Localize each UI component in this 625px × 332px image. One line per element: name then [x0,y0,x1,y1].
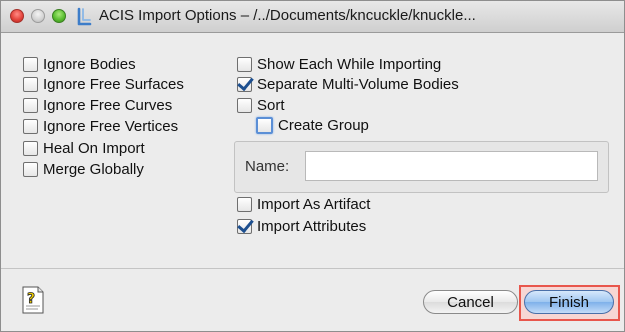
acis-import-options-dialog: ACIS Import Options – /../Documents/kncu… [0,0,625,332]
checkbox-checked[interactable] [237,76,252,92]
close-window-button[interactable] [10,9,24,23]
option-merge-globally[interactable]: Merge Globally [23,159,144,179]
checkbox[interactable] [23,76,38,92]
checkbox[interactable] [23,56,38,72]
option-label: Heal On Import [43,139,145,157]
name-label: Name: [245,158,290,175]
minimize-window-button[interactable] [31,9,45,23]
name-input[interactable] [305,151,598,181]
window-title: ACIS Import Options – /../Documents/kncu… [99,7,476,24]
title-bar[interactable]: ACIS Import Options – /../Documents/kncu… [1,1,624,33]
checkbox[interactable] [237,97,252,113]
option-show-each-while-importing[interactable]: Show Each While Importing [237,54,441,74]
zoom-window-button[interactable] [52,9,66,23]
option-label: Ignore Free Vertices [43,117,179,135]
option-label: Ignore Free Curves [43,96,173,114]
option-label: Ignore Free Surfaces [43,75,184,93]
checkbox-focused[interactable] [256,116,273,134]
option-label: Separate Multi-Volume Bodies [257,75,459,93]
option-sort[interactable]: Sort [237,95,285,115]
finish-button[interactable]: Finish [524,290,614,314]
option-label: Ignore Bodies [43,55,136,73]
option-ignore-free-surfaces[interactable]: Ignore Free Surfaces [23,74,184,94]
checkbox[interactable] [23,97,38,113]
option-ignore-free-vertices[interactable]: Ignore Free Vertices [23,116,178,136]
option-separate-multi-volume-bodies[interactable]: Separate Multi-Volume Bodies [237,74,459,94]
option-label: Import As Artifact [257,195,371,213]
option-import-attributes[interactable]: Import Attributes [237,216,366,236]
checkbox-checked[interactable] [237,218,252,234]
checkbox[interactable] [237,196,252,212]
app-logo-icon [77,7,92,26]
group-name-box: Name: [234,141,609,193]
option-label: Show Each While Importing [257,55,442,73]
option-label: Create Group [278,116,369,134]
checkbox[interactable] [237,56,252,72]
option-create-group[interactable]: Create Group [256,115,369,135]
option-label: Import Attributes [257,217,367,235]
svg-text:?: ? [27,291,35,307]
option-label: Merge Globally [43,160,144,178]
option-label: Sort [257,96,285,114]
footer-divider [1,268,624,269]
option-ignore-free-curves[interactable]: Ignore Free Curves [23,95,172,115]
checkbox[interactable] [23,161,38,177]
checkbox[interactable] [23,118,38,134]
cancel-button[interactable]: Cancel [423,290,518,314]
option-heal-on-import[interactable]: Heal On Import [23,138,145,158]
option-import-as-artifact[interactable]: Import As Artifact [237,194,370,214]
options-panel: Ignore Bodies Ignore Free Surfaces Ignor… [1,33,624,266]
option-ignore-bodies[interactable]: Ignore Bodies [23,54,136,74]
checkbox[interactable] [23,140,38,156]
help-icon[interactable]: ? [21,286,45,314]
